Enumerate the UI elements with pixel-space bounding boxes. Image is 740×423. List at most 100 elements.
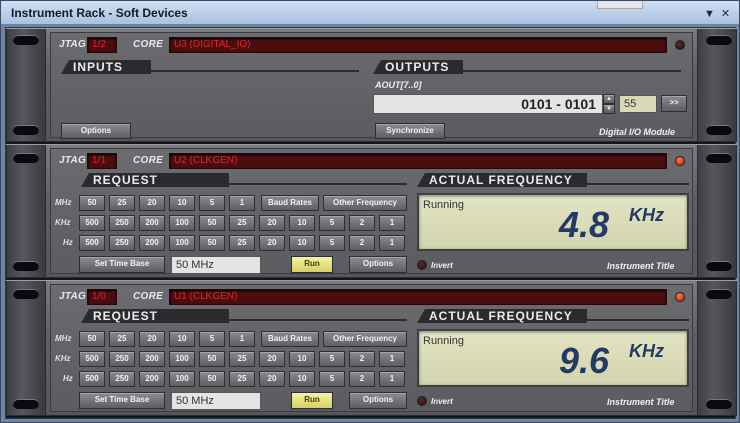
display-status: Running [423, 335, 464, 347]
hz-freq-button[interactable]: 200 [139, 235, 165, 251]
other-frequency-button[interactable]: Other Frequency [323, 195, 407, 211]
hz-freq-button[interactable]: 25 [229, 235, 255, 251]
other-frequency-button[interactable]: Other Frequency [323, 331, 407, 347]
mhz-freq-button[interactable]: 20 [139, 331, 165, 347]
hz-freq-button[interactable]: 50 [199, 371, 225, 387]
baud-rates-button[interactable]: Baud Rates [261, 331, 319, 347]
invert-led[interactable] [417, 260, 427, 270]
hz-freq-button[interactable]: 20 [259, 371, 285, 387]
khz-freq-button[interactable]: 500 [79, 215, 105, 231]
hz-freq-button[interactable]: 10 [289, 235, 315, 251]
close-icon[interactable]: ✕ [719, 8, 732, 20]
hz-freq-button[interactable]: 50 [199, 235, 225, 251]
invert-led[interactable] [417, 396, 427, 406]
hz-freq-button[interactable]: 250 [109, 235, 135, 251]
outputs-rule [463, 70, 681, 72]
khz-freq-button[interactable]: 2 [349, 215, 375, 231]
khz-freq-button[interactable]: 5 [319, 215, 345, 231]
frequency-display: Running 9.6 KHz [417, 329, 689, 387]
time-base-field[interactable]: 50 MHz [171, 392, 261, 410]
khz-freq-button[interactable]: 250 [109, 215, 135, 231]
khz-freq-button[interactable]: 20 [259, 215, 285, 231]
khz-freq-button[interactable]: 25 [229, 215, 255, 231]
title-bar[interactable]: Instrument Rack - Soft Devices ▼ ✕ [1, 1, 739, 25]
mhz-freq-button[interactable]: 5 [199, 195, 225, 211]
hz-freq-button[interactable]: 5 [319, 235, 345, 251]
spin-down-icon[interactable]: ▼ [603, 104, 615, 114]
hz-freq-button[interactable]: 1 [379, 235, 405, 251]
request-rule [229, 183, 407, 185]
frequency-display: Running 4.8 KHz [417, 193, 689, 251]
khz-freq-button[interactable]: 10 [289, 215, 315, 231]
options-button[interactable]: Options [349, 256, 407, 273]
hz-freq-button[interactable]: 500 [79, 371, 105, 387]
mhz-freq-button[interactable]: 50 [79, 331, 105, 347]
unit-panel: JTAG 1/0 CORE U1 (CLKGEN) REQUEST FREQUE… [50, 284, 693, 412]
mhz-freq-button[interactable]: 25 [109, 195, 135, 211]
hz-freq-button[interactable]: 100 [169, 371, 195, 387]
khz-freq-button[interactable]: 1 [379, 215, 405, 231]
mhz-freq-button[interactable]: 1 [229, 195, 255, 211]
minimize-icon[interactable]: ▼ [703, 8, 716, 20]
aout-value-field[interactable]: 0101 - 0101 [373, 94, 603, 114]
rack-unit-digital-io: JTAG 1/2 CORE U3 (DIGITAL_IO) INPUTS OUT… [6, 28, 737, 142]
mhz-freq-button[interactable]: 10 [169, 195, 195, 211]
khz-freq-button[interactable]: 20 [259, 351, 285, 367]
hz-freq-button[interactable]: 2 [349, 371, 375, 387]
hz-freq-button[interactable]: 250 [109, 371, 135, 387]
mhz-freq-button[interactable]: 25 [109, 331, 135, 347]
khz-freq-button[interactable]: 5 [319, 351, 345, 367]
khz-freq-button[interactable]: 50 [199, 351, 225, 367]
hz-freq-button[interactable]: 500 [79, 235, 105, 251]
mhz-freq-button[interactable]: 1 [229, 331, 255, 347]
mhz-freq-button[interactable]: 50 [79, 195, 105, 211]
rack-ear-left [6, 145, 46, 277]
jtag-label: JTAG [59, 39, 87, 50]
set-time-base-button[interactable]: Set Time Base [79, 392, 165, 409]
hz-freq-button[interactable]: 1 [379, 371, 405, 387]
inputs-header: INPUTS [61, 60, 151, 74]
mhz-freq-button[interactable]: 20 [139, 195, 165, 211]
khz-freq-button[interactable]: 200 [139, 215, 165, 231]
khz-freq-button[interactable]: 25 [229, 351, 255, 367]
expand-button[interactable]: >> [661, 95, 687, 112]
set-time-base-button[interactable]: Set Time Base [79, 256, 165, 273]
baud-rates-button[interactable]: Baud Rates [261, 195, 319, 211]
time-base-field[interactable]: 50 MHz [171, 256, 261, 274]
khz-freq-button[interactable]: 200 [139, 351, 165, 367]
run-button[interactable]: Run [291, 256, 333, 273]
jtag-label: JTAG [59, 155, 87, 166]
spin-up-icon[interactable]: ▲ [603, 94, 615, 104]
rack-ear-right [697, 281, 737, 415]
options-button[interactable]: Options [349, 392, 407, 409]
options-button[interactable]: Options [61, 123, 131, 139]
mhz-freq-button[interactable]: 5 [199, 331, 225, 347]
outputs-header: OUTPUTS [373, 60, 463, 74]
run-button[interactable]: Run [291, 392, 333, 409]
hz-freq-button[interactable]: 100 [169, 235, 195, 251]
khz-freq-button[interactable]: 100 [169, 215, 195, 231]
frequency-value: 4.8 [559, 204, 610, 245]
hz-freq-button[interactable]: 2 [349, 235, 375, 251]
jtag-value: 1/2 [87, 37, 117, 53]
khz-row-label: KHz [55, 354, 71, 363]
mhz-freq-button[interactable]: 10 [169, 331, 195, 347]
khz-freq-button[interactable]: 2 [349, 351, 375, 367]
hz-freq-button[interactable]: 20 [259, 235, 285, 251]
khz-freq-button[interactable]: 50 [199, 215, 225, 231]
hz-freq-button[interactable]: 25 [229, 371, 255, 387]
spin-value-field[interactable]: 55 [619, 95, 657, 113]
khz-freq-button[interactable]: 100 [169, 351, 195, 367]
core-name: U1 (CLKGEN) [169, 289, 667, 305]
khz-freq-button[interactable]: 500 [79, 351, 105, 367]
unit-panel: JTAG 1/1 CORE U2 (CLKGEN) REQUEST FREQUE… [50, 148, 693, 274]
hz-freq-button[interactable]: 5 [319, 371, 345, 387]
khz-freq-button[interactable]: 1 [379, 351, 405, 367]
request-frequency-header: REQUEST FREQUENCY [81, 173, 229, 187]
hz-freq-button[interactable]: 10 [289, 371, 315, 387]
khz-freq-button[interactable]: 10 [289, 351, 315, 367]
jtag-label: JTAG [59, 291, 87, 302]
hz-freq-button[interactable]: 200 [139, 371, 165, 387]
synchronize-button[interactable]: Synchronize [375, 123, 445, 139]
khz-freq-button[interactable]: 250 [109, 351, 135, 367]
